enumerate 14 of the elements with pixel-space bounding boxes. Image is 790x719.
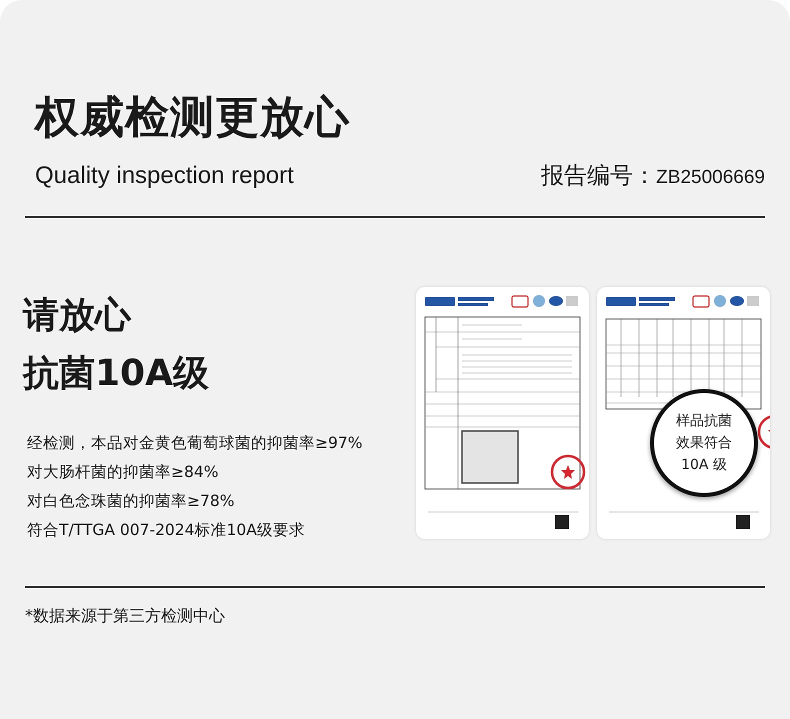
claim-heading: 请放心: [23, 294, 132, 338]
result-text: 符合T/TTGA 007-2024标准10A级要求: [27, 520, 306, 541]
result-text: 经检测，本品对金黄色葡萄球菌的抑菌率≥97%: [27, 433, 362, 454]
result-text: 对大肠杆菌的抑菌率≥84%: [27, 462, 220, 483]
page-title: 权威检测更放心: [35, 91, 351, 145]
magnifier-text: 效果符合: [676, 434, 732, 453]
footnote: *数据来源于第三方检测中心: [25, 606, 226, 627]
report-number: ZB25006669: [656, 167, 765, 189]
claim-heading: 抗菌10A级: [23, 352, 210, 396]
result-text: 对白色念珠菌的抑菌率≥78%: [27, 491, 236, 512]
report-number-label: 报告编号：: [541, 162, 656, 191]
magnifier-text: 10A 级: [681, 456, 727, 475]
page-subtitle: Quality inspection report: [35, 162, 294, 190]
magnifier-text: 样品抗菌: [676, 412, 732, 431]
